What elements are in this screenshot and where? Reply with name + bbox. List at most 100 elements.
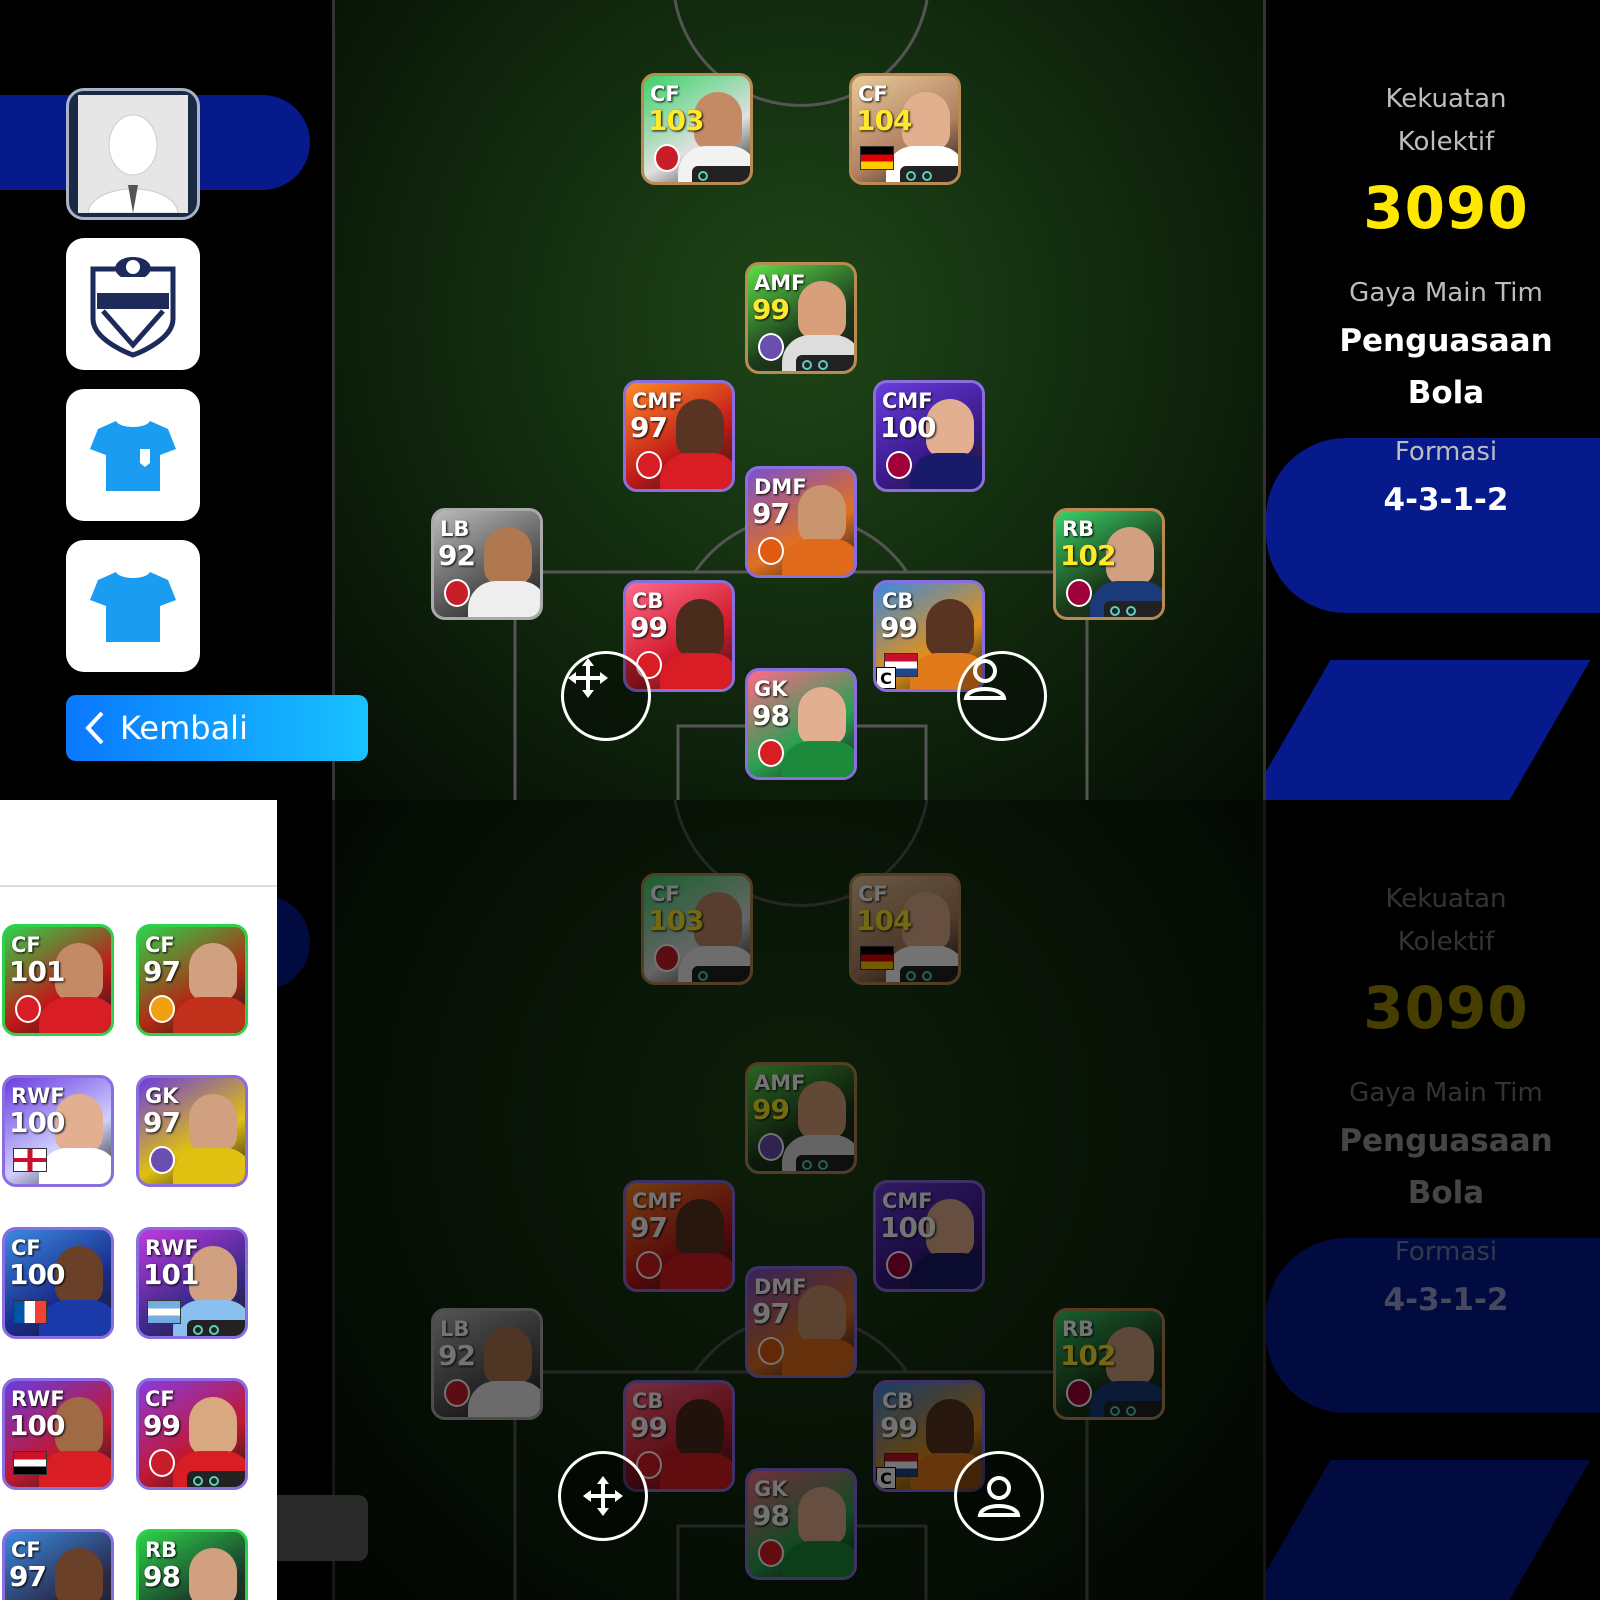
player-position: CMF (882, 389, 933, 413)
player-card[interactable]: GK 98 (745, 1468, 857, 1580)
player-rating: 98 (143, 1560, 181, 1593)
player-detail-button[interactable] (954, 1451, 1044, 1541)
player-kit (782, 741, 854, 777)
player-rating: 99 (752, 1093, 790, 1126)
club-crest-icon (90, 257, 176, 358)
player-card[interactable]: CMF 97 (623, 1180, 735, 1292)
reserve-player-card[interactable]: CF 100 (2, 1227, 114, 1339)
player-card[interactable]: CF 104 (849, 873, 961, 985)
player-position: CF (858, 82, 888, 106)
reserve-player-card[interactable]: GK 97 (136, 1075, 248, 1187)
player-card[interactable]: AMF 99 (745, 1062, 857, 1174)
reserve-player-card[interactable]: RWF 100 (2, 1075, 114, 1187)
player-position: CF (11, 1538, 41, 1562)
skill-indicator (187, 1471, 245, 1487)
player-position: RB (145, 1538, 178, 1562)
reserve-player-card[interactable]: CF 97 (136, 924, 248, 1036)
person-icon (963, 659, 1007, 700)
player-card[interactable]: CF 103 (641, 73, 753, 185)
pitch: CF 103 CF 104 AMF 99 CMF 97 CMF 100 DMF … (332, 0, 1266, 800)
player-position: CMF (882, 1189, 933, 1213)
move-arrows-icon (568, 658, 608, 698)
player-position: DMF (754, 475, 807, 499)
player-position: CF (145, 1387, 175, 1411)
player-card[interactable]: RB 102 (1053, 508, 1165, 620)
player-position: GK (754, 677, 788, 701)
player-detail-button[interactable] (957, 651, 1047, 741)
player-kit (782, 1541, 854, 1577)
back-button-shadow (277, 1495, 368, 1561)
team-strength-label: Kekuatan (1385, 84, 1507, 114)
skill-indicator (187, 1320, 245, 1336)
player-card[interactable]: CMF 97 (623, 380, 735, 492)
player-rating: 97 (630, 1211, 668, 1244)
player-kit (910, 1253, 982, 1289)
reserve-player-card[interactable]: CF 99 (136, 1378, 248, 1490)
player-card[interactable]: CF 104 (849, 73, 961, 185)
squad-screen-bottom: CF 103 CF 104 AMF 99 CMF 97 CMF 100 DMF … (0, 800, 1600, 1600)
club-badge-button[interactable] (66, 238, 200, 370)
player-kit (468, 581, 540, 617)
player-kit (660, 1453, 732, 1489)
player-position: RWF (145, 1236, 199, 1260)
player-card[interactable]: RB 102 (1053, 1308, 1165, 1420)
flag-germany-icon (860, 146, 894, 170)
player-position: AMF (754, 1071, 806, 1095)
player-face (926, 1399, 974, 1457)
player-kit (173, 997, 245, 1033)
player-kit (782, 539, 854, 575)
formation-value: 4-3-1-2 (1383, 482, 1509, 518)
player-card[interactable]: DMF 97 (745, 1266, 857, 1378)
player-face (189, 1548, 237, 1600)
player-card[interactable]: CF 103 (641, 873, 753, 985)
shirt-icon (90, 421, 176, 491)
team-playstyle-value: Bola (1407, 1175, 1485, 1211)
formation-label: Formasi (1394, 1237, 1498, 1267)
player-face (676, 1199, 724, 1257)
move-button[interactable] (561, 651, 651, 741)
player-card[interactable]: LB 92 (431, 508, 543, 620)
club-badge-icon (149, 1146, 175, 1174)
player-face (189, 1397, 237, 1455)
player-rating: 97 (630, 411, 668, 444)
flag-germany-icon (860, 946, 894, 970)
team-playstyle-value: Bola (1407, 375, 1485, 411)
back-button-label: Kembali (120, 709, 248, 747)
player-rating: 98 (752, 699, 790, 732)
player-face (484, 527, 532, 585)
skill-indicator (692, 166, 750, 182)
away-kit-button[interactable] (66, 540, 200, 672)
flag-argentina-icon (147, 1300, 181, 1324)
team-playstyle-value: Penguasaan (1339, 323, 1553, 359)
player-kit (660, 1253, 732, 1289)
reserve-player-card[interactable]: RWF 100 (2, 1378, 114, 1490)
manager-avatar-icon (78, 95, 188, 213)
player-face (55, 1548, 103, 1600)
reserve-player-card[interactable]: CF 97 (2, 1529, 114, 1600)
reserve-player-card[interactable]: RWF 101 (136, 1227, 248, 1339)
player-rating: 99 (143, 1409, 181, 1442)
panel-divider (0, 885, 277, 887)
player-card[interactable]: CMF 100 (873, 380, 985, 492)
reserve-player-card[interactable]: RB 98 (136, 1529, 248, 1600)
skill-indicator (900, 166, 958, 182)
team-playstyle-label: Gaya Main Tim (1349, 1078, 1543, 1108)
player-rating: 97 (143, 1106, 181, 1139)
player-rating: 100 (9, 1106, 65, 1139)
team-strength-label: Kekuatan (1385, 884, 1507, 914)
player-card[interactable]: DMF 97 (745, 466, 857, 578)
move-button[interactable] (558, 1451, 648, 1541)
manager-button[interactable] (66, 88, 200, 220)
player-rating: 100 (9, 1409, 65, 1442)
pitch: CF 103 CF 104 AMF 99 CMF 97 CMF 100 DMF … (332, 800, 1266, 1600)
player-position: CMF (632, 1189, 683, 1213)
player-card[interactable]: GK 98 (745, 668, 857, 780)
home-kit-button[interactable] (66, 389, 200, 521)
player-kit (39, 1451, 111, 1487)
player-card[interactable]: AMF 99 (745, 262, 857, 374)
player-rating: 99 (630, 1411, 668, 1444)
back-button[interactable]: Kembali (66, 695, 368, 761)
reserve-player-card[interactable]: CF 101 (2, 924, 114, 1036)
player-card[interactable]: CMF 100 (873, 1180, 985, 1292)
player-card[interactable]: LB 92 (431, 1308, 543, 1420)
